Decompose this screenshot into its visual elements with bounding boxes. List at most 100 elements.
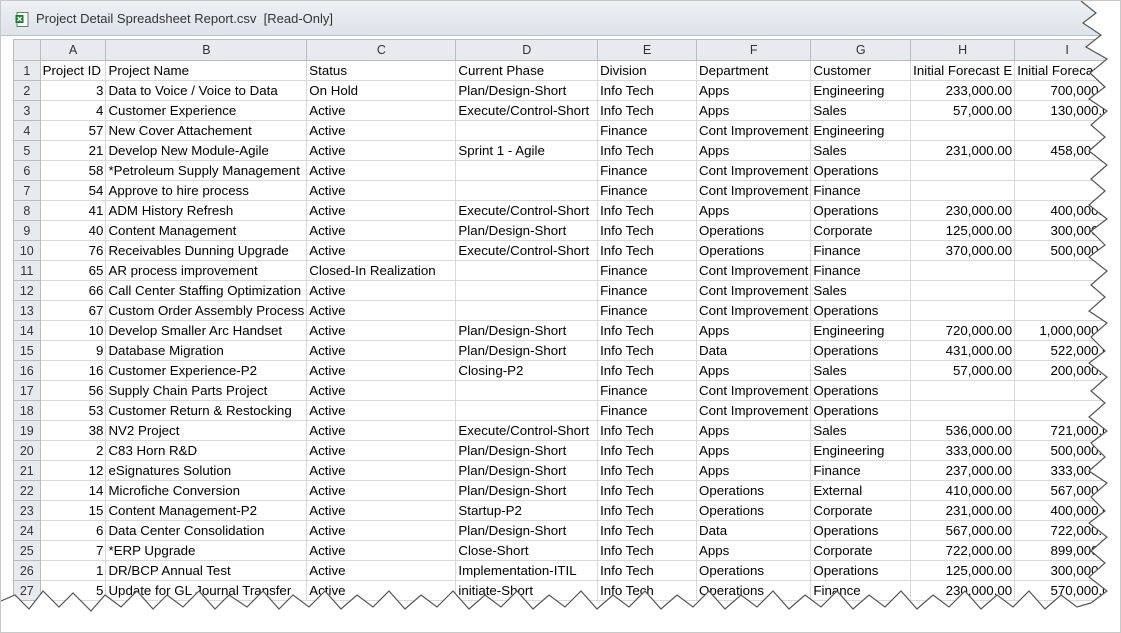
table-cell[interactable]: Operations	[810, 160, 912, 181]
select-all-corner[interactable]	[13, 39, 41, 61]
table-cell[interactable]: Active	[306, 440, 457, 461]
table-cell[interactable]: Engineering	[810, 80, 912, 101]
table-cell[interactable]: 722,000.00	[1014, 520, 1120, 541]
table-cell[interactable]: Operations	[810, 380, 912, 401]
table-cell[interactable]: initiate-Short	[455, 580, 599, 601]
table-cell[interactable]: Receivables Dunning Upgrade	[105, 240, 308, 261]
table-cell[interactable]: Info Tech	[597, 440, 697, 461]
table-cell[interactable]: Execute/Control-Short	[455, 420, 599, 441]
row-number[interactable]: 15	[13, 340, 41, 361]
table-cell[interactable]: Active	[306, 280, 457, 301]
row-number[interactable]: 8	[13, 200, 41, 221]
table-cell[interactable]: Data Center Consolidation	[105, 520, 308, 541]
table-cell[interactable]	[1014, 280, 1120, 301]
table-cell[interactable]: 56	[39, 380, 107, 401]
table-cell[interactable]: Call Center Staffing Optimization	[105, 280, 308, 301]
table-cell[interactable]: Implementation-ITIL	[455, 560, 599, 581]
table-cell[interactable]: Active	[306, 380, 457, 401]
table-cell[interactable]: 54	[39, 180, 107, 201]
table-cell[interactable]: Info Tech	[597, 460, 697, 481]
table-cell[interactable]: 570,000.00	[1014, 580, 1120, 601]
table-cell[interactable]: Info Tech	[597, 420, 697, 441]
table-cell[interactable]: Finance	[597, 160, 697, 181]
table-cell[interactable]: Corporate	[810, 220, 912, 241]
table-cell[interactable]: Plan/Design-Short	[455, 220, 599, 241]
table-cell[interactable]: Cont Improvement	[695, 260, 812, 281]
table-cell[interactable]	[1014, 260, 1120, 281]
table-cell[interactable]: Data to Voice / Voice to Data	[105, 80, 308, 101]
table-cell[interactable]: Apps	[695, 140, 812, 161]
header-cell[interactable]: Initial Forecast C	[1014, 60, 1120, 81]
table-cell[interactable]	[910, 160, 1016, 181]
row-number[interactable]: 11	[13, 260, 41, 281]
header-cell[interactable]: Division	[597, 60, 697, 81]
table-cell[interactable]: Closed-In Realization	[306, 260, 457, 281]
row-number[interactable]: 24	[13, 520, 41, 541]
table-cell[interactable]: 130,000.00	[1014, 100, 1120, 121]
table-cell[interactable]	[910, 380, 1016, 401]
table-cell[interactable]: Operations	[695, 240, 812, 261]
table-cell[interactable]	[455, 280, 599, 301]
table-cell[interactable]: 16	[39, 360, 107, 381]
table-cell[interactable]: 10	[39, 320, 107, 341]
table-cell[interactable]: Apps	[695, 460, 812, 481]
table-cell[interactable]: Active	[306, 560, 457, 581]
table-cell[interactable]: 15	[39, 500, 107, 521]
table-cell[interactable]: 6	[39, 520, 107, 541]
table-cell[interactable]: Operations	[810, 560, 912, 581]
table-cell[interactable]: 230,000.00	[910, 580, 1016, 601]
table-cell[interactable]: eSignatures Solution	[105, 460, 308, 481]
column-header-a[interactable]: A	[39, 39, 107, 61]
header-cell[interactable]: Current Phase	[455, 60, 599, 81]
table-cell[interactable]: Apps	[695, 100, 812, 121]
table-cell[interactable]: Info Tech	[597, 340, 697, 361]
table-cell[interactable]: Operations	[810, 340, 912, 361]
table-cell[interactable]: 7	[39, 540, 107, 561]
table-cell[interactable]: 333,000.00	[910, 440, 1016, 461]
table-cell[interactable]: Plan/Design-Short	[455, 320, 599, 341]
table-cell[interactable]: Finance	[810, 260, 912, 281]
table-cell[interactable]	[910, 120, 1016, 141]
table-cell[interactable]: Execute/Control-Short	[455, 100, 599, 121]
table-cell[interactable]: Finance	[810, 240, 912, 261]
row-number[interactable]: 4	[13, 120, 41, 141]
table-cell[interactable]: Sales	[810, 100, 912, 121]
table-cell[interactable]: Active	[306, 580, 457, 601]
table-cell[interactable]: Active	[306, 340, 457, 361]
column-header-h[interactable]: H	[910, 39, 1016, 61]
table-cell[interactable]: Custom Order Assembly Process	[105, 300, 308, 321]
table-cell[interactable]	[910, 180, 1016, 201]
table-cell[interactable]: Data	[695, 340, 812, 361]
table-cell[interactable]: Finance	[597, 260, 697, 281]
table-cell[interactable]: DR/BCP Annual Test	[105, 560, 308, 581]
table-cell[interactable]: 458,000.00	[1014, 140, 1120, 161]
table-cell[interactable]	[1014, 380, 1120, 401]
table-cell[interactable]	[910, 400, 1016, 421]
table-cell[interactable]: 300,000.00	[1014, 560, 1120, 581]
table-cell[interactable]: Operations	[695, 560, 812, 581]
table-cell[interactable]: Cont Improvement	[695, 400, 812, 421]
table-cell[interactable]: 231,000.00	[910, 140, 1016, 161]
table-cell[interactable]: 231,000.00	[910, 500, 1016, 521]
table-cell[interactable]: 370,000.00	[910, 240, 1016, 261]
column-header-b[interactable]: B	[105, 39, 308, 61]
table-cell[interactable]: Sales	[810, 420, 912, 441]
table-cell[interactable]: 5	[39, 580, 107, 601]
table-cell[interactable]: 57,000.00	[910, 360, 1016, 381]
table-cell[interactable]: *Petroleum Supply Management	[105, 160, 308, 181]
table-cell[interactable]: Active	[306, 220, 457, 241]
table-cell[interactable]: 9	[39, 340, 107, 361]
table-cell[interactable]: Finance	[810, 460, 912, 481]
table-cell[interactable]: 720,000.00	[910, 320, 1016, 341]
table-cell[interactable]: 567,000.00	[1014, 480, 1120, 501]
table-cell[interactable]	[455, 260, 599, 281]
table-cell[interactable]: 500,000.00	[1014, 240, 1120, 261]
column-header-e[interactable]: E	[597, 39, 697, 61]
table-cell[interactable]: Plan/Design-Short	[455, 440, 599, 461]
row-number[interactable]: 1	[13, 60, 41, 81]
table-cell[interactable]: Active	[306, 180, 457, 201]
column-header-f[interactable]: F	[695, 39, 812, 61]
table-cell[interactable]: Cont Improvement	[695, 280, 812, 301]
row-number[interactable]: 3	[13, 100, 41, 121]
table-cell[interactable]: Close-Short	[455, 540, 599, 561]
